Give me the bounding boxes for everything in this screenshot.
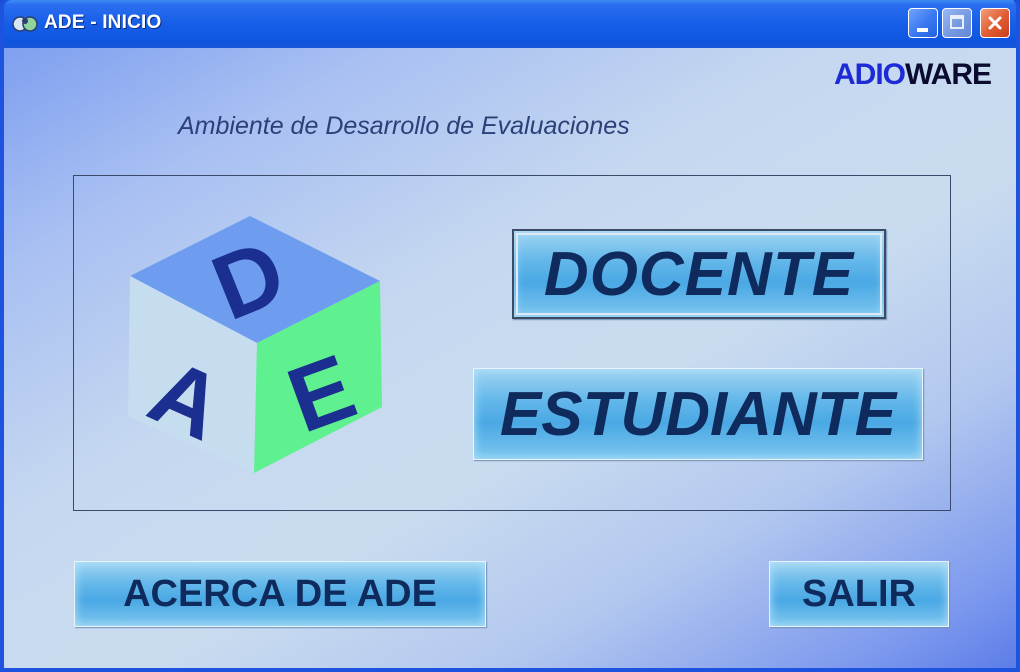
close-icon	[988, 16, 1002, 30]
estudiante-button[interactable]: ESTUDIANTE	[473, 368, 923, 460]
ade-app-icon	[12, 16, 38, 32]
docente-button[interactable]: DOCENTE	[512, 229, 886, 319]
app-window: ADE - INICIO ADIOWARE Ambiente de Desarr…	[0, 0, 1020, 672]
minimize-icon	[917, 28, 928, 32]
adioware-logo: ADIOWARE	[834, 58, 992, 92]
logo-part-ware: WARE	[905, 58, 992, 91]
ade-cube-logo: D A E	[128, 216, 382, 473]
about-button[interactable]: ACERCA DE ADE	[74, 561, 486, 627]
exit-button[interactable]: SALIR	[769, 561, 949, 627]
title-bar[interactable]: ADE - INICIO	[4, 0, 1016, 48]
close-button[interactable]	[980, 8, 1010, 38]
window-title: ADE - INICIO	[44, 12, 162, 33]
client-area: ADIOWARE Ambiente de Desarrollo de Evalu…	[4, 48, 1016, 668]
minimize-button[interactable]	[908, 8, 938, 38]
maximize-icon	[950, 15, 964, 29]
logo-part-adio: ADIO	[834, 58, 906, 91]
app-subtitle: Ambiente de Desarrollo de Evaluaciones	[178, 112, 630, 140]
maximize-button[interactable]	[942, 8, 972, 38]
